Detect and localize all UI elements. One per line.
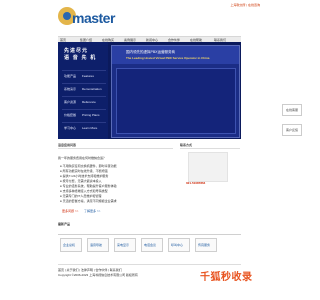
contact-title: 联系方式: [180, 143, 193, 147]
hero-menu-en: Reference: [82, 100, 96, 104]
online-service-button[interactable]: 在线客服: [282, 104, 302, 116]
faq-bullet: ● 按月付费，无需大额资本投入: [60, 179, 102, 183]
hero-menu-reference[interactable]: 客户资源 Reference: [62, 96, 106, 106]
case-item[interactable]: 来电显示: [114, 238, 136, 252]
feedback-button[interactable]: 客户反馈: [282, 124, 302, 136]
faq-bullet: ● 提供7×24小时技术支持和维护服务: [60, 174, 109, 178]
divider: [180, 148, 240, 149]
hero-menu-cn: 学习中心: [64, 126, 77, 130]
hero-banner: 国内领先的虚拟PBX运营服务商 The Leading Hosted Virtu…: [112, 46, 239, 64]
hero-slogan-line2: 语 音 先 机: [64, 55, 97, 61]
hero-panel: 先进尽元 语 音 先 机 功能产品 Features 系统演示 Demonstr…: [58, 42, 241, 139]
divider: [58, 264, 241, 265]
hero-menu-en: Learn More: [82, 126, 98, 130]
hero-menu-cn: 功能产品: [64, 74, 77, 78]
faq-bullet: ● 灵活的套餐方案，满足不同规模企业需求: [60, 199, 117, 203]
case-item[interactable]: 企业总机: [60, 238, 82, 252]
faq-bullet: ● 所有功能实时在线升级、不断增强: [60, 169, 108, 173]
top-links[interactable]: 上海软交所 | 在线咨询: [231, 3, 260, 7]
watermark-text: 千狐秒收录: [200, 272, 253, 283]
case-item[interactable]: 传真服务: [195, 238, 217, 252]
faq-bullet: ● 无需专门的IT人员维护和管理: [60, 194, 102, 198]
hero-menu-learn[interactable]: 学习中心 Learn More: [62, 122, 106, 132]
footer-nav[interactable]: 首页 | 关于我们 | 法律声明 | 合作伙伴 | 联系我们: [58, 268, 122, 272]
faq-bullet: ● 专业的话务系统，帮助提升客户服务体验: [60, 184, 117, 188]
case-item[interactable]: 呼叫中心: [168, 238, 190, 252]
cases-title: 最新产品: [58, 222, 71, 226]
hero-menu-demo[interactable]: 系统演示 Demonstration: [62, 83, 106, 93]
faq-bullet: ● 支持多种终端接入方式和号码类型: [60, 189, 108, 193]
contact-phone: 021-51087864: [186, 181, 206, 185]
contact-image: [188, 152, 228, 182]
hero-slogan-line1: 先进尽元: [64, 48, 89, 54]
hero-banner-en: The Leading Hosted Virtual PBX Service O…: [126, 56, 210, 60]
hero-menu-features[interactable]: 功能产品 Features: [62, 70, 106, 80]
faq-bullet: ● 不用购买任何交换机硬件，即时享受功能: [60, 164, 117, 168]
hero-menu-en: Pricing Plans: [82, 113, 100, 117]
faq-question[interactable]: 我一年的服务费用在何时缴纳合适？: [58, 156, 106, 160]
cases-divider: [58, 230, 241, 235]
hero-menu-en: Features: [82, 74, 94, 78]
hero-content: 国内领先的虚拟PBX运营服务商 The Leading Hosted Virtu…: [111, 45, 240, 138]
site-logo[interactable]: master: [58, 5, 115, 27]
hero-banner-cn: 国内领先的虚拟PBX运营服务商: [126, 50, 176, 54]
learn-more-link[interactable]: 了解更多 >>: [84, 209, 100, 213]
hero-slogan: 先进尽元 语 音 先 机: [64, 48, 104, 62]
hero-body-frame: [116, 68, 236, 134]
hero-menu-cn: 价格套餐: [64, 113, 77, 117]
case-item[interactable]: 语音导航: [87, 238, 109, 252]
divider: [58, 148, 173, 149]
footer-copyright: Copyright ©2006-2023 上海寻视信息技术有限公司 版权所有: [58, 273, 138, 277]
faq-title: 语音应用问答: [58, 143, 77, 147]
hero-menu-pricing[interactable]: 价格套餐 Pricing Plans: [62, 109, 106, 119]
hero-menu-en: Demonstration: [82, 87, 102, 91]
faq-more-link[interactable]: 更多问题 >>: [62, 209, 78, 213]
hero-menu-cn: 客户资源: [64, 100, 77, 104]
hero-menu-cn: 系统演示: [64, 87, 77, 91]
case-item[interactable]: 电话会议: [141, 238, 163, 252]
logo-text: master: [72, 10, 115, 26]
hero-sidebar: 先进尽元 语 音 先 机 功能产品 Features 系统演示 Demonstr…: [58, 42, 108, 139]
